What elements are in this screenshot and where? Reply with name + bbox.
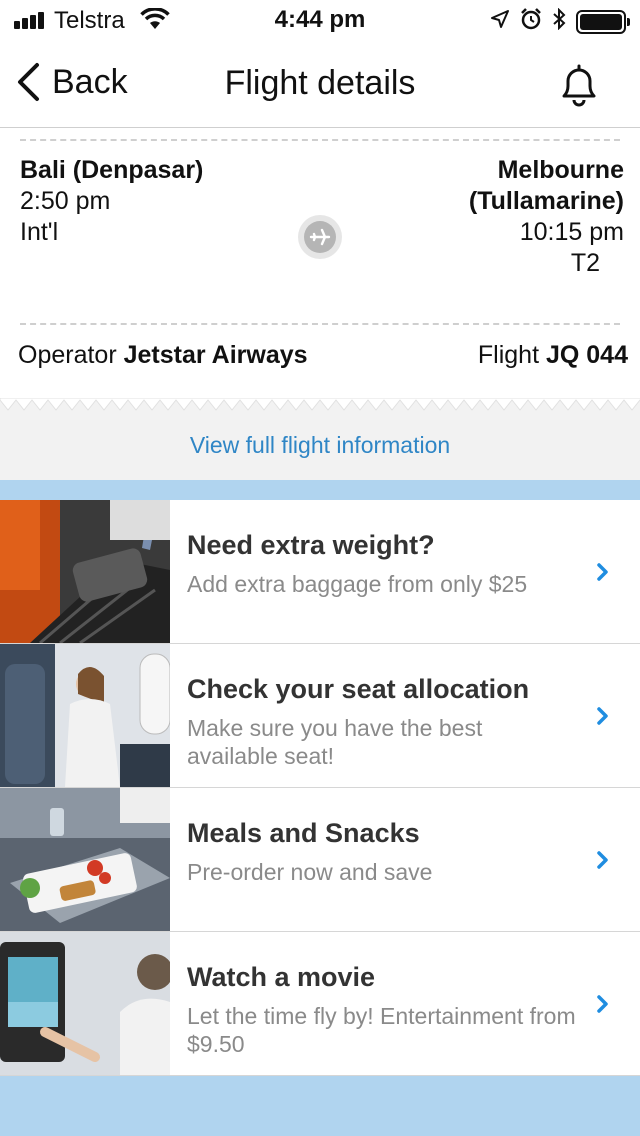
- item-subtitle: Add extra baggage from only $25: [187, 571, 528, 597]
- list-item-extra-baggage[interactable]: Need extra weight? Add extra baggage fro…: [0, 500, 640, 644]
- operator-label: Operator: [18, 341, 117, 369]
- item-title: Need extra weight?: [187, 530, 435, 560]
- origin-block: Bali (Denpasar) 2:50 pm Int'l: [20, 155, 203, 248]
- status-bar: Telstra 4:44 pm: [0, 0, 640, 40]
- chevron-right-icon: [597, 851, 608, 869]
- divider: [20, 139, 620, 141]
- item-subtitle: Pre-order now and save: [187, 859, 433, 885]
- list-item-meals[interactable]: Meals and Snacks Pre-order now and save: [0, 788, 640, 932]
- list-item-movie[interactable]: Watch a movie Let the time fly by! Enter…: [0, 932, 640, 1076]
- divider: [20, 323, 620, 325]
- list-item-seat-allocation[interactable]: Check your seat allocation Make sure you…: [0, 644, 640, 788]
- zigzag-edge: [0, 398, 640, 411]
- item-title: Meals and Snacks: [187, 818, 420, 848]
- destination-block: Melbourne (Tullamarine) 10:15 pm T2: [469, 155, 624, 279]
- passenger-seat-image: [0, 644, 170, 787]
- luggage-image: [0, 500, 170, 643]
- chevron-right-icon: [597, 995, 608, 1013]
- item-subtitle: Make sure you have the best available se…: [187, 715, 483, 769]
- destination-airport: (Tullamarine): [468, 187, 624, 215]
- item-title: Watch a movie: [187, 962, 376, 992]
- arrival-time: 10:15 pm: [519, 218, 624, 246]
- bell-icon[interactable]: [556, 62, 602, 113]
- departure-time: 2:50 pm: [20, 187, 111, 215]
- origin-city: Bali (Denpasar): [20, 156, 204, 184]
- operator-name: Jetstar Airways: [123, 341, 308, 369]
- alarm-icon: [520, 8, 542, 35]
- item-subtitle: Let the time fly by! Entertainment from …: [187, 1003, 576, 1057]
- meal-image: [0, 788, 170, 931]
- navigation-bar: Back Flight details: [0, 40, 640, 128]
- item-title: Check your seat allocation: [187, 674, 530, 704]
- destination-city: Melbourne: [497, 156, 624, 184]
- airplane-icon: [298, 215, 342, 259]
- entertainment-screen-image: [0, 932, 170, 1075]
- promo-list: Need extra weight? Add extra baggage fro…: [0, 500, 640, 1076]
- bluetooth-icon: [552, 7, 566, 35]
- page-title: Flight details: [224, 64, 416, 102]
- operator-info: Operator Jetstar Airways: [18, 341, 308, 370]
- battery-icon: [576, 9, 630, 34]
- flight-number: JQ 044: [545, 341, 628, 369]
- flight-number-info: Flight JQ 044: [478, 341, 628, 370]
- chevron-right-icon: [597, 707, 608, 725]
- flight-label: Flight: [477, 341, 540, 369]
- origin-terminal: Int'l: [20, 218, 59, 246]
- destination-terminal: T2: [570, 249, 600, 277]
- chevron-right-icon: [597, 563, 608, 581]
- location-arrow-icon: [490, 9, 510, 34]
- flight-details-card: Bali (Denpasar) 2:50 pm Int'l Melbourne …: [0, 129, 640, 409]
- view-full-flight-info-link[interactable]: View full flight information: [0, 432, 640, 459]
